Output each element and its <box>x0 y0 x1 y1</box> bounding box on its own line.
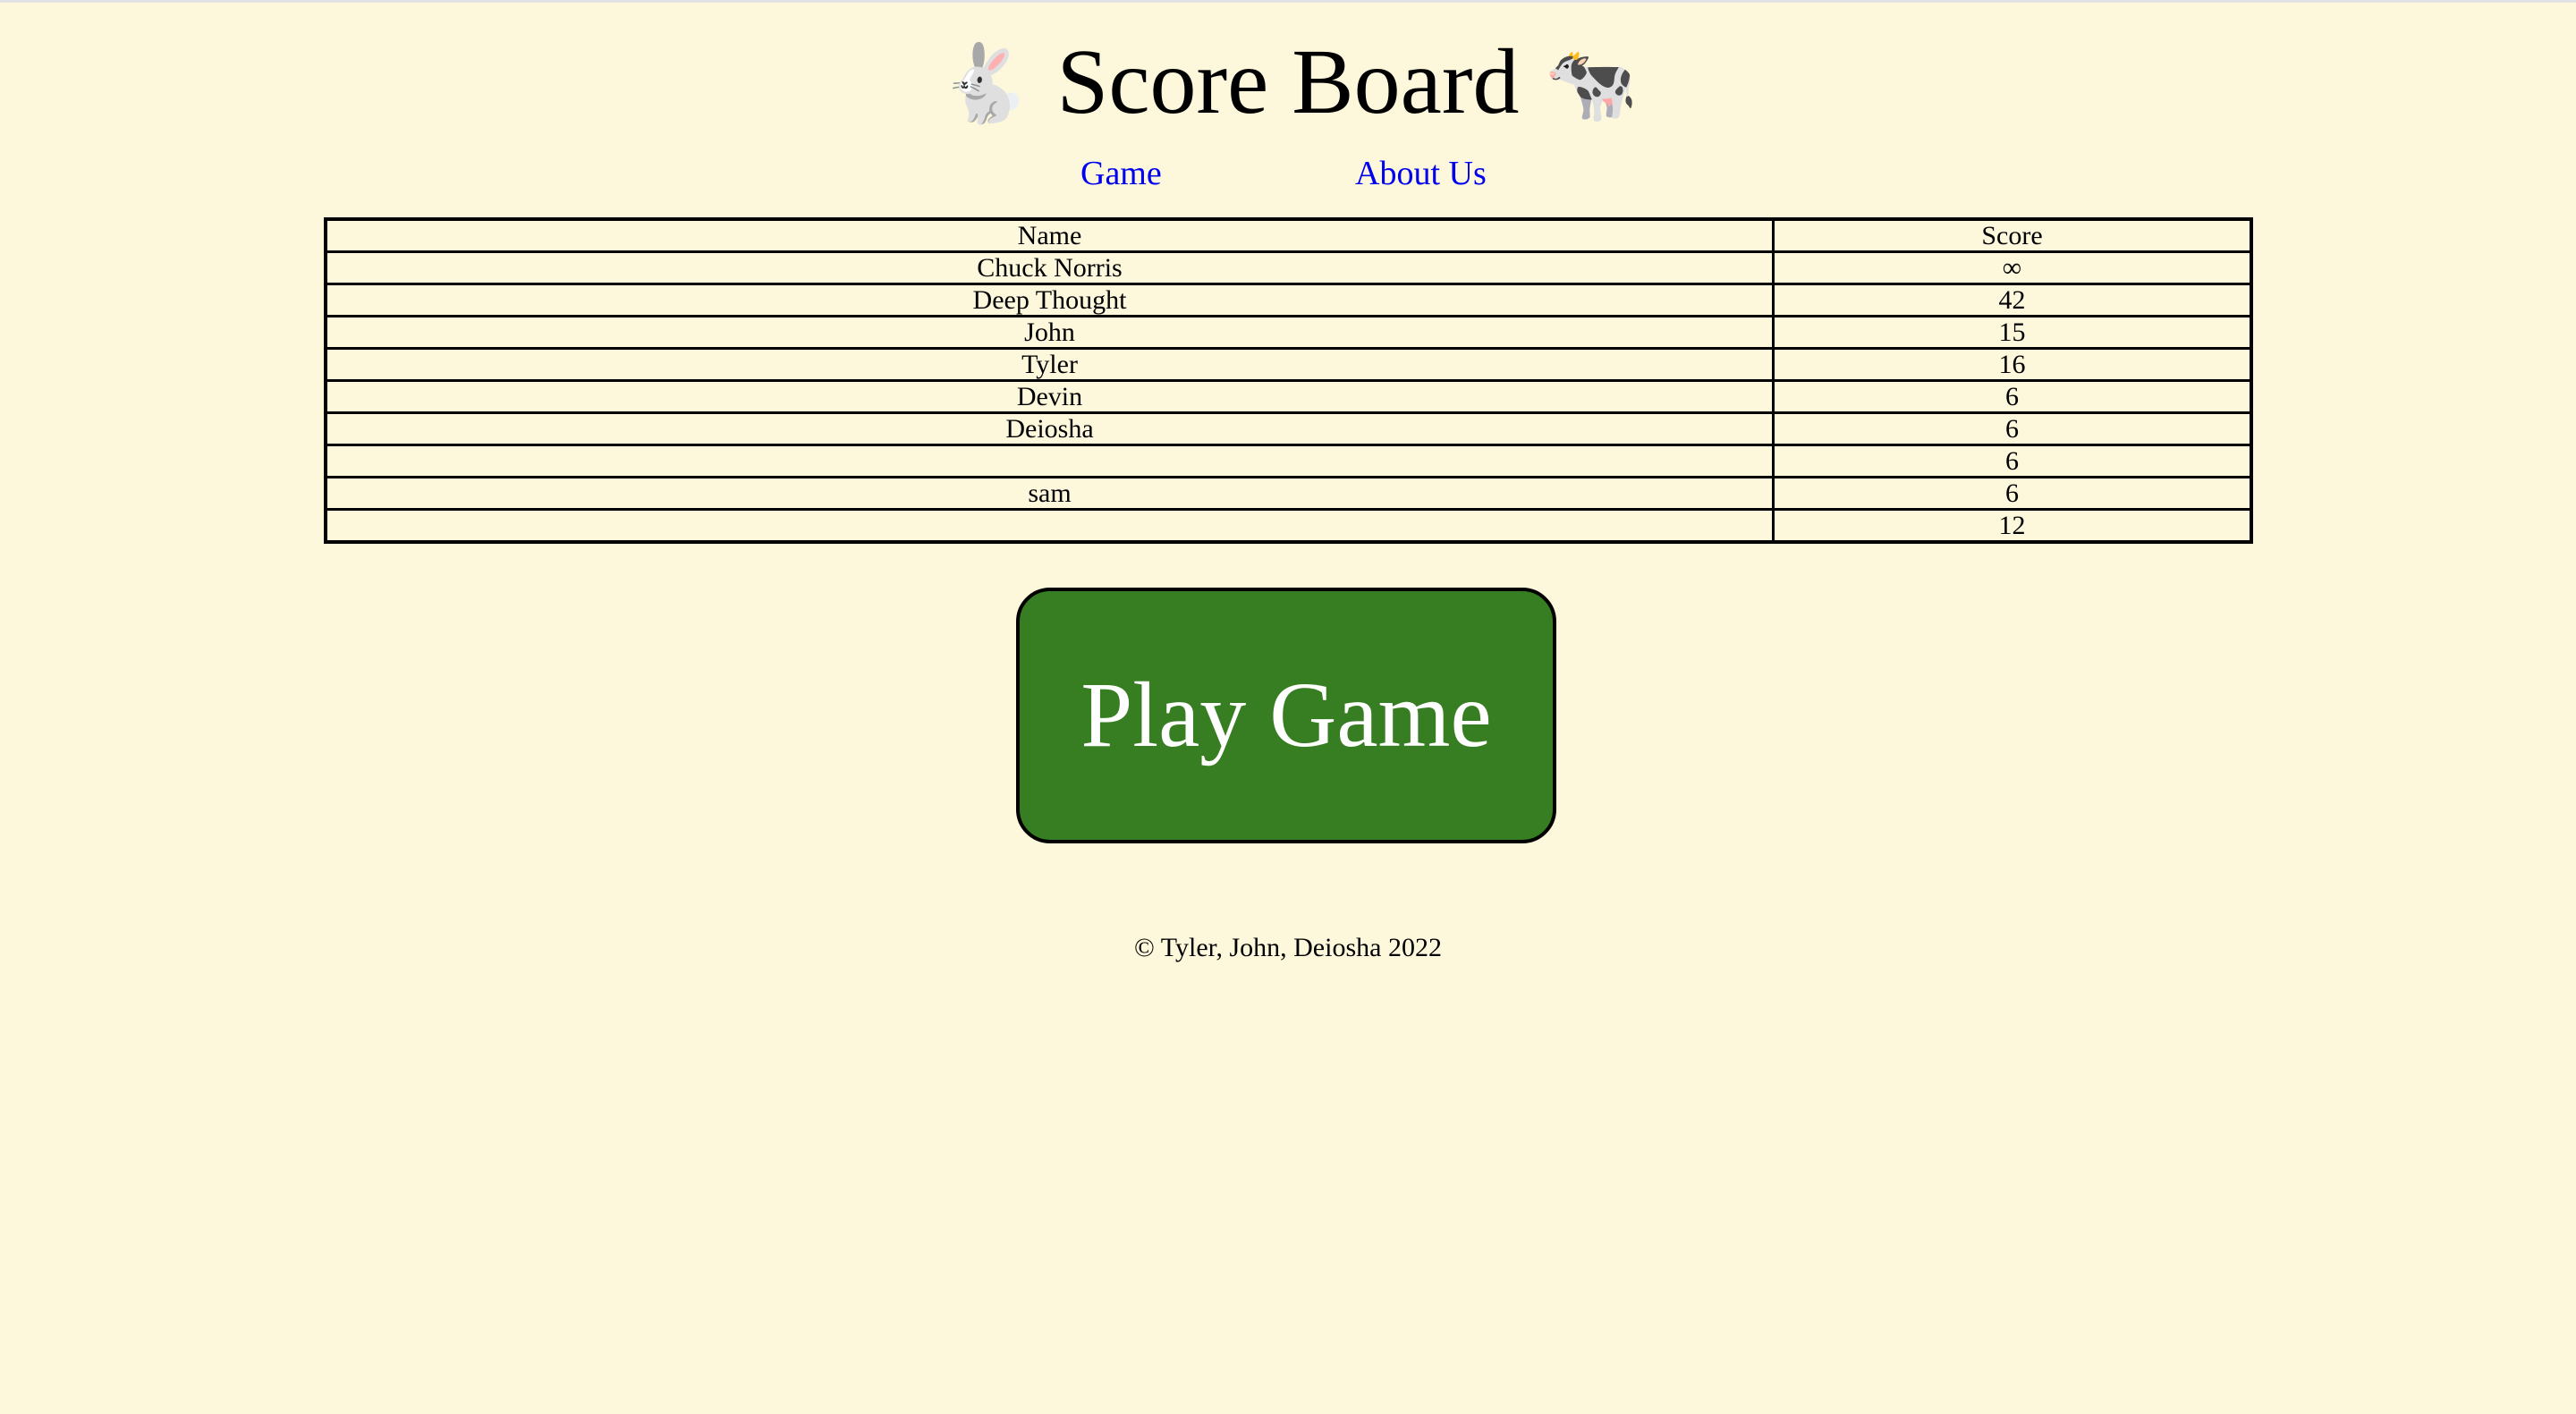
score-cell: ∞ <box>1772 250 2253 285</box>
column-header-name: Name <box>324 217 1774 253</box>
name-cell: Chuck Norris <box>324 250 1775 285</box>
score-table: Name Score Chuck Norris ∞ Deep Thought 4… <box>324 217 2253 544</box>
main-nav: Game About Us <box>0 148 2576 199</box>
score-cell: 15 <box>1772 315 2253 350</box>
name-cell: John <box>324 315 1775 350</box>
table-row: 6 <box>324 444 2253 478</box>
score-cell: 6 <box>1772 411 2253 446</box>
play-game-button[interactable]: Play Game <box>1016 588 1556 843</box>
score-cell: 12 <box>1772 508 2253 544</box>
page-title-text: Score Board <box>1056 30 1520 133</box>
page-title: 🐇 Score Board 🐄 <box>0 27 2576 139</box>
table-row: Devin 6 <box>324 379 2253 414</box>
name-cell: Tyler <box>324 347 1775 382</box>
cow-icon: 🐄 <box>1544 39 1639 127</box>
name-cell: Deep Thought <box>324 283 1775 318</box>
table-row: Tyler 16 <box>324 347 2253 382</box>
table-row: Deiosha 6 <box>324 411 2253 446</box>
score-cell: 42 <box>1772 283 2253 318</box>
window-top-edge <box>0 0 2576 3</box>
score-cell: 6 <box>1772 444 2253 478</box>
nav-link-about-us[interactable]: About Us <box>1355 148 1487 199</box>
table-row: 12 <box>324 508 2253 544</box>
name-cell <box>324 444 1775 478</box>
nav-link-game[interactable]: Game <box>1080 148 1162 199</box>
table-row: John 15 <box>324 315 2253 350</box>
name-cell: Deiosha <box>324 411 1775 446</box>
score-cell: 6 <box>1772 476 2253 511</box>
table-header-row: Name Score <box>324 217 2251 253</box>
table-row: sam 6 <box>324 476 2253 511</box>
rabbit-icon: 🐇 <box>937 39 1032 127</box>
table-row: Chuck Norris ∞ <box>324 250 2253 285</box>
table-row: Deep Thought 42 <box>324 283 2253 318</box>
score-cell: 6 <box>1772 379 2253 414</box>
score-cell: 16 <box>1772 347 2253 382</box>
name-cell <box>324 508 1775 544</box>
footer-copyright: © Tyler, John, Deiosha 2022 <box>1134 933 1442 962</box>
column-header-score: Score <box>1772 217 2251 253</box>
name-cell: sam <box>324 476 1775 511</box>
name-cell: Devin <box>324 379 1775 414</box>
